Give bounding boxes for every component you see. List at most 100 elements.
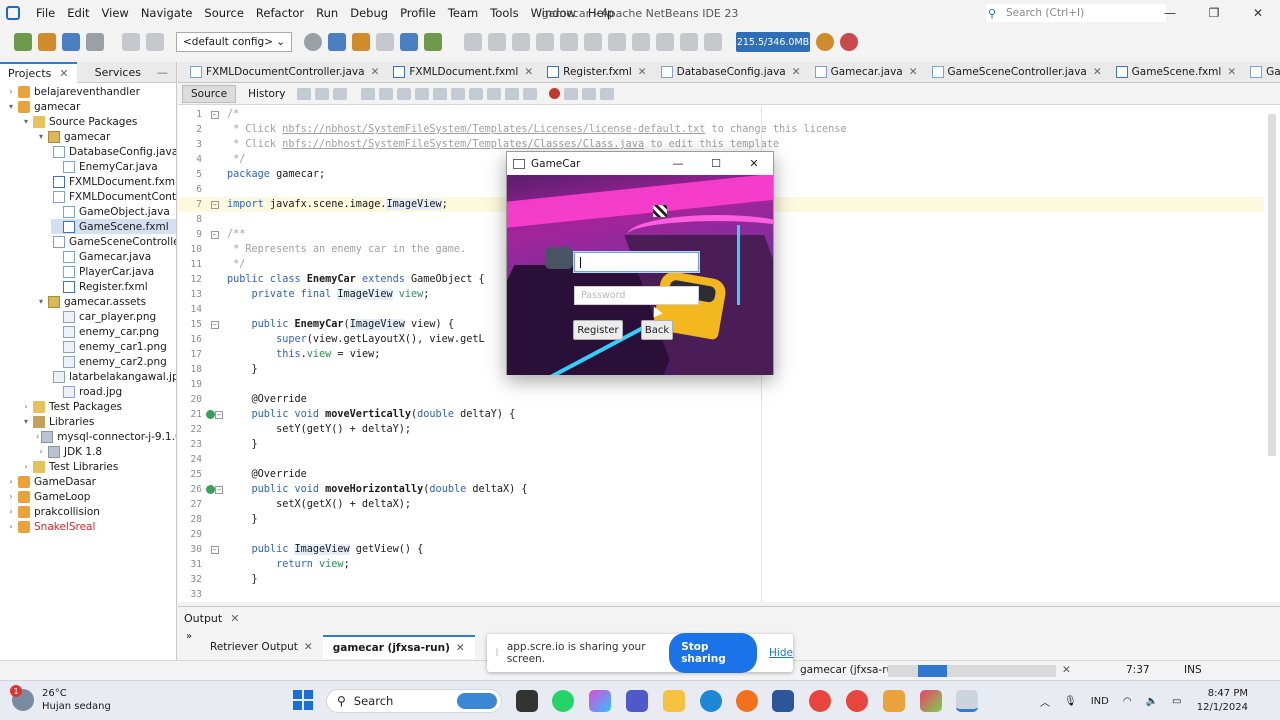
editor-tab[interactable]: GameObject.java... [1244,62,1280,82]
close-icon[interactable]: ✕ [1227,66,1236,78]
expand-icon[interactable]: › [21,402,31,411]
override-icon[interactable] [206,410,215,419]
tree-item[interactable]: GameSceneControlle [51,234,176,249]
expand-icon[interactable]: › [36,432,39,441]
pause-icon[interactable] [488,33,506,51]
next-bookmark-icon[interactable] [469,87,484,100]
start-button[interactable] [293,690,313,710]
chevron-up-icon[interactable]: ︿ [1040,694,1050,709]
shift-right-icon[interactable] [523,87,538,100]
close-icon[interactable]: ✕ [456,642,465,654]
open-project-icon[interactable] [62,33,80,51]
tree-item[interactable]: ▾ gamecar [6,99,176,114]
whatsapp-icon[interactable] [552,690,574,712]
editor-tab[interactable]: DatabaseConfig.java ✕ [655,62,809,82]
override-icon[interactable] [206,485,215,494]
battery-icon[interactable]: ▭ [1172,696,1181,707]
collapse-icon[interactable]: ▾ [21,417,31,426]
tree-item[interactable]: › Test Packages [21,399,176,414]
toggle-rect-select-icon[interactable] [433,87,448,100]
fold-icon[interactable]: − [210,230,219,239]
menu-item-profile[interactable]: Profile [394,6,442,20]
tree-item[interactable]: › belajareventhandler [6,84,176,99]
tab-retriever-output[interactable]: Retriever Output ✕ [178,635,323,659]
tree-item[interactable]: enemy_car.png [51,324,176,339]
toggle-highlight-icon[interactable] [415,87,430,100]
restore-button[interactable]: ❐ [1192,0,1236,26]
minimize-button[interactable]: — [1148,0,1192,26]
menu-item-view[interactable]: View [96,6,135,20]
volume-icon[interactable]: 🔈 [1146,696,1158,707]
build-icon[interactable] [328,33,346,51]
find-next-icon[interactable] [397,87,412,100]
tree-item[interactable]: › SnakelSreal [6,519,176,534]
toggle-bookmark-icon[interactable] [487,87,502,100]
menu-item-navigate[interactable]: Navigate [135,6,199,20]
microphone-icon[interactable]: 🎙 [1064,696,1077,707]
register-button[interactable]: Register [573,320,623,340]
hide-link[interactable]: Hide [769,647,793,659]
tree-item[interactable]: GameScene.fxml [51,219,176,234]
tree-item[interactable]: EnemyCar.java [51,159,176,174]
tab-projects[interactable]: Projects ✕ [0,61,77,83]
collapse-icon[interactable]: ▾ [36,132,46,141]
close-icon[interactable]: ✕ [792,66,801,78]
chrome-icon[interactable] [809,690,831,712]
tree-item[interactable]: › GameDasar [6,474,176,489]
tree-item[interactable]: latarbelakangawal.jp [51,369,176,384]
run-icon[interactable] [376,33,394,51]
menu-item-run[interactable]: Run [310,6,344,20]
tree-item[interactable]: Register.fxml [51,279,176,294]
fold-icon[interactable]: − [215,410,223,419]
minimize-panel-icon[interactable]: — [157,66,176,79]
stop-sharing-button[interactable]: Stop sharing [669,633,758,673]
close-icon[interactable]: ✕ [59,67,68,80]
fold-icon[interactable]: − [210,545,219,554]
tree-item[interactable]: Gamecar.java [51,249,176,264]
expand-icon[interactable]: › [6,492,16,501]
maximize-button[interactable]: ☐ [697,157,735,170]
weather-widget[interactable]: 1 26°C Hujan sedang [10,685,111,713]
menu-item-tools[interactable]: Tools [484,6,524,20]
config-select[interactable]: <default config> ⌄ [176,32,292,52]
close-icon[interactable]: ✕ [304,641,313,653]
find-icon[interactable] [361,87,376,100]
continue-icon[interactable] [512,33,530,51]
tree-item[interactable]: ▾ gamecar.assets [36,294,176,309]
undo-icon[interactable] [122,33,140,51]
expand-icon[interactable]: › [6,507,16,516]
task-view-icon[interactable] [516,690,538,712]
collapse-icon[interactable]: ▾ [36,297,46,306]
close-button[interactable]: ✕ [1236,0,1280,26]
profile-ide-icon[interactable] [840,33,858,51]
back-icon[interactable] [315,87,330,100]
collapse-icon[interactable]: ▾ [21,117,31,126]
redo-icon[interactable] [146,33,164,51]
tree-item[interactable]: › Test Libraries [21,459,176,474]
tree-item[interactable]: ▾ gamecar [36,129,176,144]
tree-item[interactable]: road.jpg [51,384,176,399]
close-icon[interactable]: ✕ [371,66,380,78]
editor-tab[interactable]: Gamecar.java ✕ [809,62,926,82]
expand-icon[interactable]: › [6,522,16,531]
step-out-icon[interactable] [584,33,602,51]
find-previous-icon[interactable] [379,87,394,100]
word-icon[interactable] [772,690,794,712]
editor-tab[interactable]: FXMLDocument.fxml ✕ [387,62,541,82]
close-icon[interactable]: ✕ [638,66,647,78]
back-button[interactable]: Back [641,320,673,340]
tree-item[interactable]: › mysql-connector-j-9.1.0 [36,429,176,444]
tab-services[interactable]: Services [77,62,149,83]
fold-icon[interactable]: − [210,320,219,329]
fold-icon[interactable]: − [210,200,219,209]
new-project-icon[interactable] [38,33,56,51]
debug-icon[interactable] [400,33,418,51]
taskbar-search[interactable]: ⚲ Search [326,689,502,713]
tree-item[interactable]: › JDK 1.8 [36,444,176,459]
java-icon[interactable] [956,690,978,712]
tree-item[interactable]: PlayerCar.java [51,264,176,279]
expand-icon[interactable]: › [6,87,16,96]
expand-icon[interactable]: › [21,462,31,471]
apply-changes-icon[interactable] [632,33,650,51]
app-icon[interactable] [920,690,942,712]
